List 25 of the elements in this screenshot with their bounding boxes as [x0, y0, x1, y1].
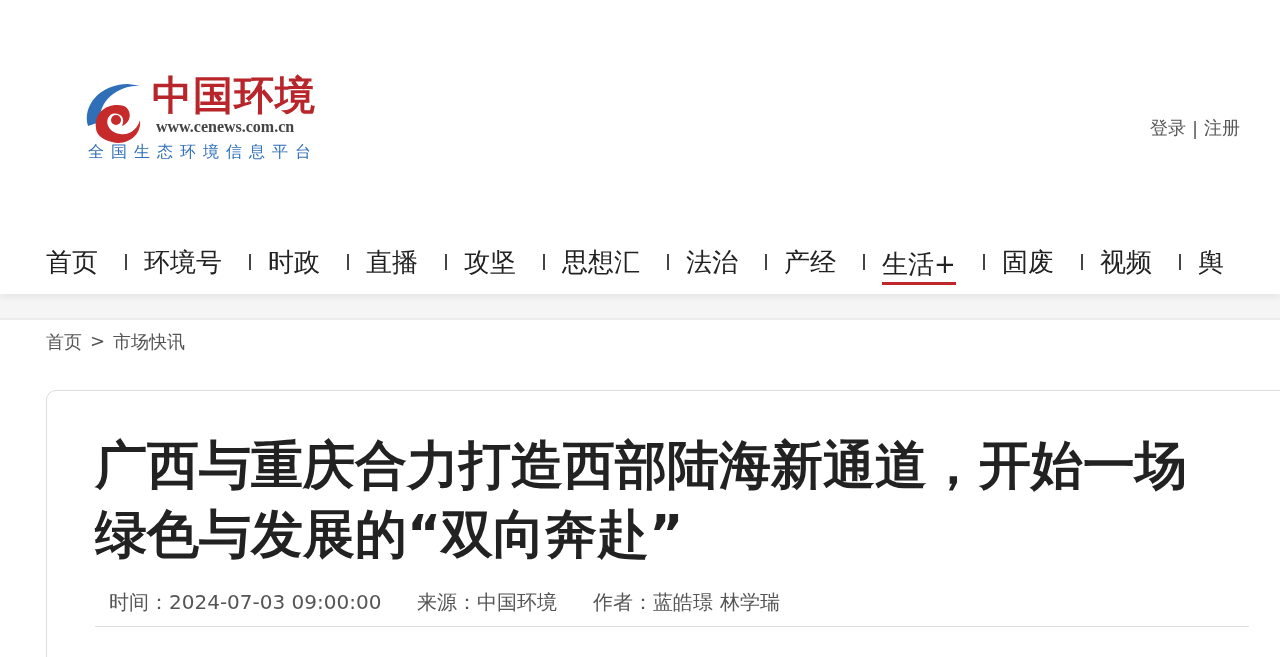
article-title: 广西与重庆合力打造西部陆海新通道，开始一场绿色与发展的“双向奔赴”: [95, 434, 1188, 566]
nav-tab[interactable]: 视频: [1099, 241, 1152, 283]
nav-tab[interactable]: 直播: [366, 241, 418, 283]
nav-tab[interactable]: 环境号: [144, 241, 222, 283]
nav-tab[interactable]: 法治: [686, 241, 738, 283]
register-link[interactable]: 注册: [1204, 116, 1240, 140]
nav-tab[interactable]: 生活+: [882, 242, 956, 285]
login-link[interactable]: 登录: [1149, 116, 1186, 140]
nav-tab[interactable]: 攻坚: [464, 241, 516, 283]
nav-tab[interactable]: 思想汇: [562, 241, 640, 283]
nav-tab[interactable]: 舆: [1197, 241, 1224, 283]
logo-title: 中国环境: [152, 72, 317, 118]
article-meta: 作者：蓝皓璟 林学瑞: [593, 589, 780, 616]
article-meta: 时间：2024-07-03 09:00:00: [109, 589, 382, 616]
breadcrumb-link[interactable]: 市场快讯: [113, 330, 186, 354]
logo-slogan: 全国生态环境信息平台: [88, 142, 318, 162]
breadcrumb-separator: >: [90, 330, 106, 351]
separator-text: |: [1191, 117, 1198, 139]
nav-tab[interactable]: 产经: [784, 241, 836, 283]
logo-url: www.cenews.com.cn: [156, 118, 296, 136]
article-meta: 来源：中国环境: [417, 589, 558, 616]
nav-tab[interactable]: 时政: [268, 241, 320, 283]
nav-tab[interactable]: 首页: [46, 241, 98, 283]
breadcrumb-link[interactable]: 首页: [46, 330, 82, 354]
nav-tab[interactable]: 固废: [1001, 241, 1054, 283]
